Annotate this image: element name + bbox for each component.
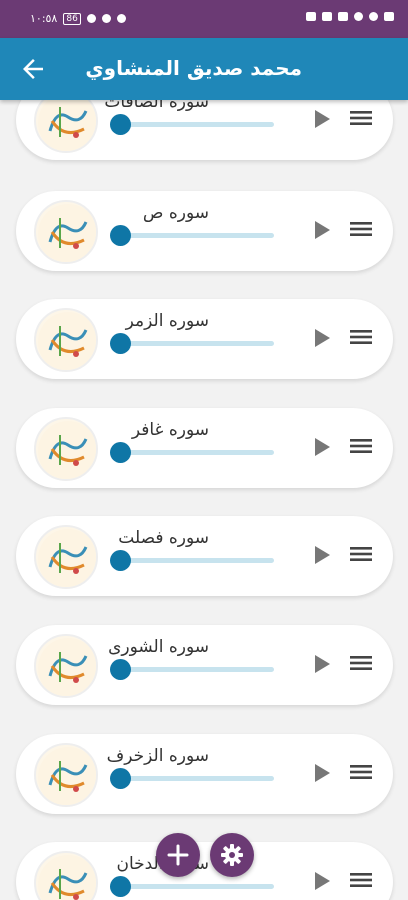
list-item[interactable]: سوره غافر: [16, 408, 393, 488]
quran-logo-icon: [34, 308, 98, 372]
list-item[interactable]: سوره الصافات: [16, 100, 393, 160]
quran-logo-icon: [34, 743, 98, 807]
audio-progress-track[interactable]: [122, 558, 274, 563]
alarm-icon: [101, 14, 111, 23]
list-item[interactable]: سوره ص: [16, 191, 393, 271]
status-bar: ١٠:٥٨ 86: [0, 0, 408, 38]
surah-name: سوره الصافات: [104, 100, 209, 112]
plus-icon: [167, 844, 189, 866]
audio-progress-track[interactable]: [122, 776, 274, 781]
moon-icon: [86, 14, 96, 23]
menu-icon[interactable]: [350, 327, 372, 347]
audio-progress-track[interactable]: [122, 450, 274, 455]
audio-progress-track[interactable]: [122, 233, 274, 238]
play-icon[interactable]: [312, 219, 332, 241]
status-left: ١٠:٥٨ 86: [30, 12, 126, 25]
audio-progress-track[interactable]: [122, 341, 274, 346]
menu-icon[interactable]: [350, 870, 372, 890]
play-icon[interactable]: [312, 436, 332, 458]
play-icon[interactable]: [312, 762, 332, 784]
audio-progress-thumb[interactable]: [110, 225, 131, 246]
surah-name: سوره الشورى: [108, 637, 209, 657]
audio-progress-track[interactable]: [122, 884, 274, 889]
surah-name: سوره الزمر: [125, 311, 209, 331]
audio-progress-thumb[interactable]: [110, 768, 131, 789]
play-icon[interactable]: [312, 544, 332, 566]
audio-progress-thumb[interactable]: [110, 659, 131, 680]
status-right: [306, 12, 394, 21]
message-icon: [338, 12, 348, 21]
arrow-left-icon[interactable]: [18, 54, 48, 84]
list-item[interactable]: سوره الزخرف: [16, 734, 393, 814]
list-item[interactable]: سوره الدخان: [16, 842, 393, 900]
menu-icon[interactable]: [350, 544, 372, 564]
play-icon[interactable]: [312, 327, 332, 349]
audio-progress-thumb[interactable]: [110, 442, 131, 463]
audio-progress-thumb[interactable]: [110, 550, 131, 571]
surah-list[interactable]: سوره الصافات سوره ص سوره الزمر سوره غافر سور…: [0, 100, 408, 900]
quran-logo-icon: [34, 851, 98, 900]
surah-name: سوره غافر: [131, 420, 209, 440]
settings-button[interactable]: [210, 833, 254, 877]
audio-progress-thumb[interactable]: [110, 876, 131, 897]
page-title: محمد صديق المنشاوي: [85, 56, 302, 80]
audio-progress-track[interactable]: [122, 122, 274, 127]
surah-name: سوره الزخرف: [106, 746, 209, 766]
audio-progress-track[interactable]: [122, 667, 274, 672]
quran-logo-icon: [34, 100, 98, 153]
menu-icon[interactable]: [350, 762, 372, 782]
surah-name: سوره ص: [142, 203, 209, 223]
add-button[interactable]: [156, 833, 200, 877]
menu-icon[interactable]: [350, 219, 372, 239]
wifi-icon: [369, 12, 378, 21]
signal-icon: [384, 12, 394, 21]
battery-indicator: 86: [63, 12, 81, 25]
surah-name: سوره فصلت: [118, 528, 209, 548]
list-item[interactable]: سوره الشورى: [16, 625, 393, 705]
quran-logo-icon: [34, 200, 98, 264]
list-item[interactable]: سوره فصلت: [16, 516, 393, 596]
play-icon[interactable]: [312, 870, 332, 892]
menu-icon[interactable]: [350, 108, 372, 128]
play-icon[interactable]: [312, 108, 332, 130]
play-icon[interactable]: [312, 653, 332, 675]
youtube-icon: [322, 12, 332, 21]
gear-icon: [221, 844, 243, 866]
app-bar: محمد صديق المنشاوي: [0, 38, 408, 100]
list-item[interactable]: سوره الزمر: [16, 299, 393, 379]
audio-progress-thumb[interactable]: [110, 333, 131, 354]
menu-icon[interactable]: [350, 436, 372, 456]
app-icon: [354, 12, 363, 21]
eye-icon: [116, 14, 126, 23]
quran-logo-icon: [34, 525, 98, 589]
menu-icon[interactable]: [350, 653, 372, 673]
audio-progress-thumb[interactable]: [110, 114, 131, 135]
status-time: ١٠:٥٨: [30, 12, 58, 25]
quran-logo-icon: [34, 634, 98, 698]
quran-logo-icon: [34, 417, 98, 481]
notification-icon: [306, 12, 316, 21]
